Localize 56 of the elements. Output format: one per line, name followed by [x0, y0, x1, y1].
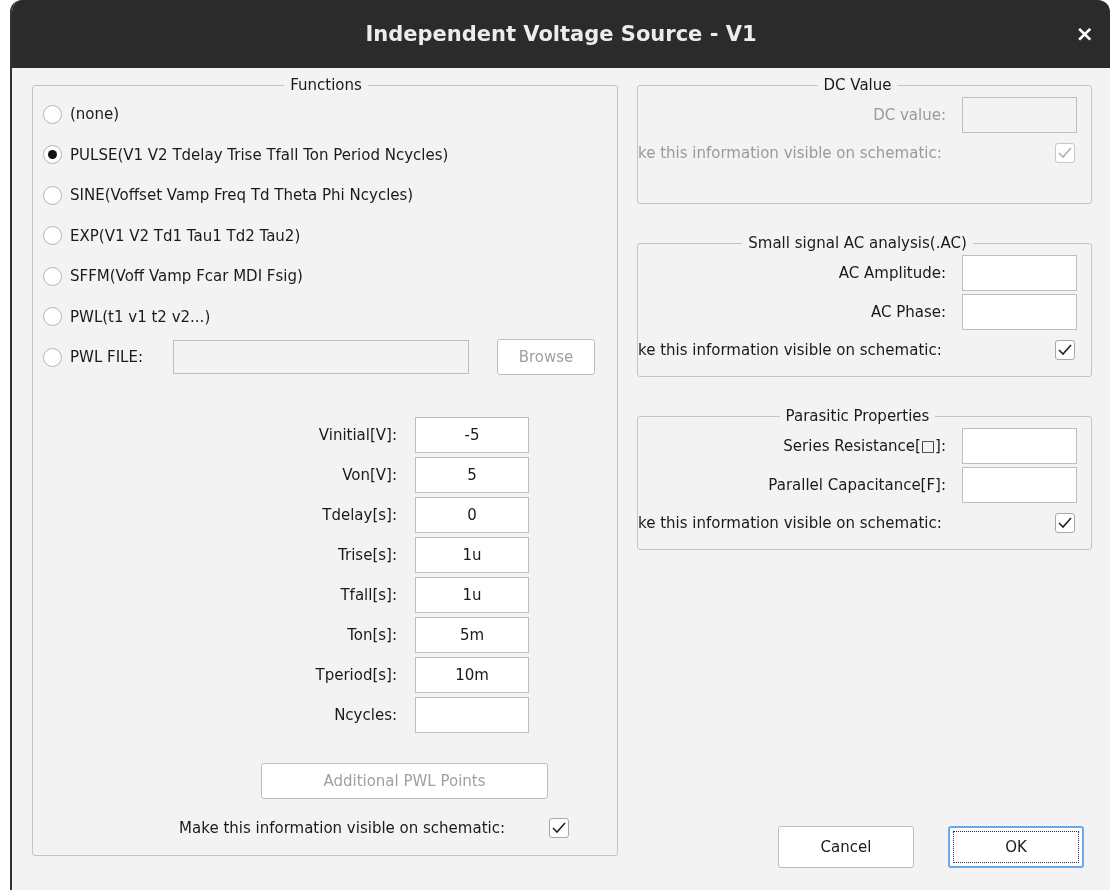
parameter-label: Tperiod[s]: — [314, 666, 398, 685]
radio-button[interactable] — [43, 185, 62, 205]
input-field[interactable] — [962, 255, 1077, 291]
dialog-button[interactable]: Cancel — [778, 826, 914, 868]
radio-label[interactable]: PWL(t1 v1 t2 v2...) — [70, 307, 211, 326]
parameter-label: Ncycles: — [333, 706, 398, 725]
parameter-field[interactable]: 5m — [415, 617, 529, 654]
radio-button[interactable] — [43, 266, 62, 286]
radio-button[interactable] — [43, 307, 62, 327]
checkmark-icon — [552, 822, 566, 835]
checkmark-icon — [1058, 517, 1072, 529]
close-button[interactable]: × — [1071, 22, 1098, 46]
parameter-label: Von[V]: — [341, 466, 398, 485]
input-field[interactable] — [962, 428, 1077, 464]
field-label: DC value: — [873, 106, 947, 124]
field-label: Series Resistance[□]: — [783, 437, 947, 455]
parameter-field[interactable]: 10m — [415, 657, 529, 694]
checkbox-label: ke this information visible on schematic: — [638, 514, 942, 532]
parameter-label: Ton[s]: — [346, 626, 398, 645]
parameter-label: Tfall[s]: — [339, 586, 398, 605]
group-title: Functions — [289, 76, 363, 94]
radio-label[interactable]: SFFM(Voff Vamp Fcar MDI Fsig) — [70, 267, 303, 286]
group-title: DC Value — [822, 76, 893, 94]
parameter-label: Trise[s]: — [337, 546, 398, 565]
checkbox-label: ke this information visible on schematic: — [638, 341, 942, 359]
dialog-button[interactable]: OK — [948, 826, 1084, 868]
input-field[interactable] — [962, 294, 1077, 330]
checkbox-label: ke this information visible on schematic: — [638, 144, 942, 162]
radio-label[interactable]: PULSE(V1 V2 Tdelay Trise Tfall Ton Period Ncycles) — [70, 145, 449, 164]
group-title: Small signal AC analysis(.AC) — [747, 234, 968, 252]
checkmark-icon — [1058, 147, 1072, 159]
radio-label[interactable]: SINE(Voffset Vamp Freq Td Theta Phi Ncycles) — [70, 186, 414, 205]
parameter-field[interactable]: 5 — [415, 457, 529, 494]
group-title: Parasitic Properties — [784, 407, 931, 425]
checkbox-label: Make this information visible on schematic: — [178, 819, 505, 838]
parameter-label: Vinitial[V]: — [317, 426, 398, 445]
field-label: Parallel Capacitance[F]: — [768, 476, 947, 494]
parameter-field[interactable]: 0 — [415, 497, 529, 534]
window-title: Independent Voltage Source - V1 — [365, 22, 757, 46]
radio-button[interactable] — [43, 145, 62, 165]
parameter-field[interactable]: 1u — [415, 577, 529, 614]
radio-button[interactable] — [43, 104, 62, 124]
radio-label[interactable]: (none) — [70, 105, 120, 124]
input-field[interactable] — [962, 467, 1077, 503]
checkbox[interactable] — [1055, 340, 1075, 360]
parameter-field[interactable] — [415, 697, 529, 734]
radio-label[interactable]: EXP(V1 V2 Td1 Tau1 Td2 Tau2) — [70, 226, 301, 245]
parameter-label: Tdelay[s]: — [321, 506, 398, 525]
checkmark-icon — [1058, 344, 1072, 356]
checkbox[interactable] — [1055, 513, 1075, 533]
checkbox[interactable] — [549, 818, 569, 839]
field-label: AC Phase: — [870, 303, 947, 321]
radio-button[interactable] — [43, 226, 62, 246]
field-label: AC Amplitude: — [838, 264, 947, 282]
parameter-field[interactable]: 1u — [415, 537, 529, 574]
parameter-field[interactable]: -5 — [415, 417, 529, 454]
